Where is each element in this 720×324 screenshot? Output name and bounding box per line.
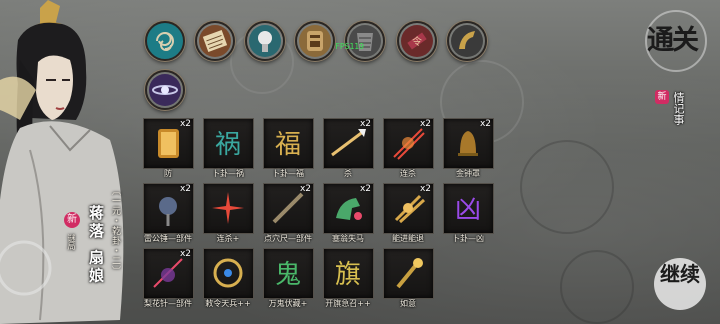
tongguan-label: 通关 bbox=[647, 25, 699, 56]
item-count: x2 bbox=[419, 119, 431, 129]
hammer-icon bbox=[159, 197, 177, 226]
rune-gold-icon: 福 bbox=[275, 130, 301, 160]
svg-text:旗: 旗 bbox=[335, 260, 361, 290]
svg-text:凶: 凶 bbox=[455, 195, 481, 225]
burst-icon bbox=[212, 192, 244, 224]
story-log-button[interactable]: 新 情记事 bbox=[652, 90, 708, 144]
bell-icon bbox=[458, 131, 478, 156]
bulb-icon[interactable] bbox=[245, 21, 285, 61]
item-label: 金钟罩 bbox=[456, 169, 480, 178]
item-slot[interactable]: x2 bbox=[383, 118, 434, 169]
fps-counter: FPS119 bbox=[335, 42, 364, 51]
item-slot[interactable]: 鬼 bbox=[263, 248, 314, 299]
svg-text:福: 福 bbox=[275, 130, 301, 160]
item-slot[interactable]: x2 bbox=[143, 183, 194, 234]
svg-text:鬼: 鬼 bbox=[275, 260, 301, 290]
slash-icon bbox=[393, 128, 425, 160]
orb-icon[interactable] bbox=[145, 70, 185, 110]
item-slot[interactable]: x2 bbox=[323, 183, 374, 234]
seal-icon[interactable]: 令 bbox=[397, 21, 437, 61]
item-count: x2 bbox=[479, 119, 491, 129]
horn-icon[interactable] bbox=[447, 21, 487, 61]
character-name: 蒋落 扇娘 bbox=[87, 205, 105, 286]
ruler-icon bbox=[272, 192, 304, 224]
ruyi-icon bbox=[396, 258, 423, 289]
armor-icon[interactable] bbox=[345, 21, 385, 61]
item-slot[interactable]: x2 bbox=[263, 183, 314, 234]
triskelion-icon[interactable] bbox=[145, 21, 185, 61]
cloud-swirl bbox=[520, 140, 614, 234]
item-slot[interactable]: 凶 bbox=[443, 183, 494, 234]
horse-icon bbox=[336, 198, 362, 220]
item-slot[interactable] bbox=[203, 183, 254, 234]
item-slot[interactable]: x2 bbox=[143, 118, 194, 169]
character-subtitle: 谜局 bbox=[67, 234, 76, 250]
continue-button[interactable]: 继续 bbox=[652, 258, 714, 310]
needle-icon bbox=[153, 258, 183, 288]
new-badge: 新 bbox=[64, 212, 80, 228]
lantern-icon bbox=[158, 129, 179, 158]
arrows-icon bbox=[394, 194, 426, 224]
item-count: x2 bbox=[179, 249, 191, 259]
item-label: 如意 bbox=[400, 299, 416, 308]
rune-purple-icon: 凶 bbox=[455, 195, 481, 225]
character-portrait: 〔一元・乾卦・二〕 蒋落 扇娘 新 谜局 bbox=[0, 0, 140, 324]
rune-icon: 祸 bbox=[215, 130, 241, 160]
item-slot[interactable] bbox=[383, 248, 434, 299]
svg-text:祸: 祸 bbox=[215, 130, 241, 160]
item-slot[interactable]: 旗 bbox=[323, 248, 374, 299]
mask-icon[interactable] bbox=[295, 21, 335, 61]
scroll-icon[interactable] bbox=[195, 21, 235, 61]
item-slot[interactable]: x2 bbox=[323, 118, 374, 169]
item-count: x2 bbox=[359, 119, 371, 129]
ghost-icon: 鬼 bbox=[275, 260, 301, 290]
tongguan-button[interactable]: 通关 bbox=[645, 10, 707, 72]
item-slot[interactable]: 福 bbox=[263, 118, 314, 169]
character-title: 〔一元・乾卦・二〕 bbox=[110, 186, 120, 276]
cloud-swirl bbox=[560, 250, 634, 324]
item-slot[interactable] bbox=[203, 248, 254, 299]
item-slot[interactable]: 祸 bbox=[203, 118, 254, 169]
ring-icon bbox=[213, 258, 243, 288]
spear-icon bbox=[331, 129, 366, 157]
item-count: x2 bbox=[359, 184, 371, 194]
item-count: x2 bbox=[179, 119, 191, 129]
item-count: x2 bbox=[179, 184, 191, 194]
item-label: 卜卦—凶 bbox=[452, 234, 484, 243]
item-slot[interactable]: x2 bbox=[383, 183, 434, 234]
item-count: x2 bbox=[299, 184, 311, 194]
flag-icon: 旗 bbox=[335, 260, 361, 290]
story-log-label: 情记事 bbox=[672, 92, 685, 125]
item-slot[interactable]: x2 bbox=[143, 248, 194, 299]
svg-text:令: 令 bbox=[412, 35, 422, 48]
item-count: x2 bbox=[419, 184, 431, 194]
item-slot[interactable]: x2 bbox=[443, 118, 494, 169]
new-badge: 新 bbox=[655, 90, 669, 104]
continue-label: 继续 bbox=[660, 262, 700, 286]
